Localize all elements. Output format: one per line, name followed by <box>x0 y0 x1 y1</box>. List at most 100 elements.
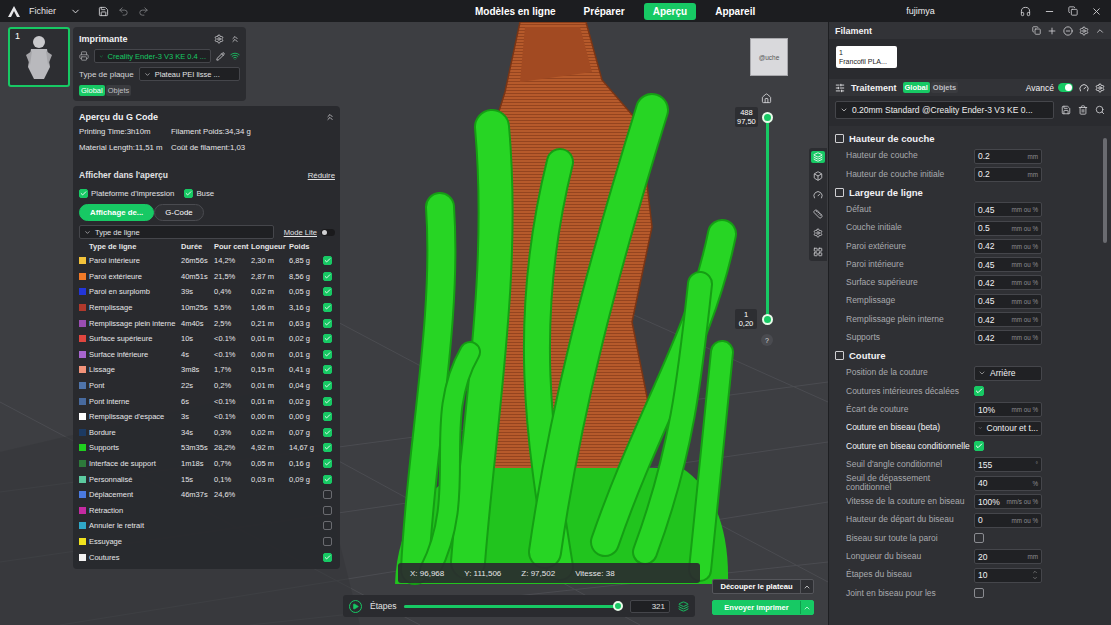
table-row[interactable]: Pont interne6s<0.1%0,01 m0,02 g <box>79 393 335 409</box>
setting-input[interactable]: 0.42mm ou % <box>974 330 1042 345</box>
table-row[interactable]: Déplacement46m37s24,6% <box>79 487 335 503</box>
printer-select[interactable]: Creality Ender-3 V3 KE 0.4 ... <box>94 49 211 63</box>
profile-select[interactable]: 0.20mm Standard @Creality Ender-3 V3 KE … <box>835 101 1054 119</box>
plate-type-select[interactable]: Plateau PEI lisse ... <box>139 67 240 81</box>
table-row[interactable]: Annuler le retrait <box>79 518 335 534</box>
view-tool[interactable] <box>811 151 825 163</box>
view-tab[interactable]: Affichage de... <box>79 204 154 221</box>
view-tool[interactable] <box>811 208 825 220</box>
gauge-icon[interactable] <box>1079 83 1089 93</box>
setting-checkbox[interactable] <box>974 533 984 543</box>
row-checkbox[interactable] <box>323 506 332 515</box>
slice-button[interactable]: Découper le plateau <box>712 579 814 594</box>
table-row[interactable]: Essuyage <box>79 534 335 550</box>
table-row[interactable]: Remplissage d'espace3s<0.1%0,00 m0,00 g <box>79 409 335 425</box>
collapse-icon[interactable] <box>230 34 240 44</box>
save-icon[interactable] <box>98 6 109 17</box>
row-checkbox[interactable] <box>323 459 332 468</box>
setting-input[interactable]: 100%mm/s ou % <box>974 494 1042 509</box>
plus-icon[interactable] <box>1047 26 1057 36</box>
layers-icon[interactable] <box>678 601 689 612</box>
main-tab[interactable]: Modèles en ligne <box>466 3 565 20</box>
help-button[interactable]: ? <box>761 334 773 346</box>
gear-icon[interactable] <box>1095 83 1105 93</box>
row-checkbox[interactable] <box>323 428 332 437</box>
layer-slider[interactable] <box>766 117 769 319</box>
row-checkbox[interactable] <box>323 319 332 328</box>
row-checkbox[interactable] <box>323 256 332 265</box>
setting-checkbox[interactable] <box>974 588 984 598</box>
setting-input[interactable]: 0.45mm ou % <box>974 294 1042 309</box>
row-checkbox[interactable] <box>323 272 332 281</box>
main-tab[interactable]: Appareil <box>706 3 764 20</box>
setting-input[interactable]: 0.42mm ou % <box>974 239 1042 254</box>
table-row[interactable]: Surface inférieure4s<0.1%0,00 m0,01 g <box>79 347 335 363</box>
setting-input[interactable]: 0.42mm ou % <box>974 275 1042 290</box>
copy-icon[interactable] <box>1032 26 1041 35</box>
scope-tab[interactable]: Global <box>903 82 930 93</box>
spin-down-icon[interactable] <box>1032 575 1038 581</box>
save-icon[interactable] <box>1061 105 1071 115</box>
wifi-icon[interactable] <box>230 51 240 61</box>
chevron-up-icon[interactable] <box>1095 26 1105 36</box>
row-checkbox[interactable] <box>323 412 332 421</box>
spin-up-icon[interactable] <box>1032 569 1038 575</box>
home-icon[interactable] <box>761 93 772 104</box>
view-tool[interactable] <box>811 246 825 258</box>
restore-icon[interactable] <box>1068 6 1078 16</box>
gear-icon[interactable] <box>1079 26 1089 36</box>
chevron-up-icon[interactable] <box>803 604 811 612</box>
table-row[interactable]: Remplissage plein interne4m40s2,5%0,21 m… <box>79 315 335 331</box>
scope-tab[interactable]: Objets <box>106 85 132 96</box>
view-tool[interactable] <box>811 170 825 182</box>
row-checkbox[interactable] <box>323 443 332 452</box>
minus-icon[interactable] <box>1063 26 1073 36</box>
setting-select[interactable]: Contour et t... <box>974 421 1042 436</box>
setting-checkbox[interactable] <box>974 441 984 451</box>
steps-slider[interactable] <box>404 605 622 608</box>
close-icon[interactable] <box>1091 6 1102 17</box>
setting-spin[interactable]: 10 <box>974 568 1042 583</box>
table-row[interactable]: Paroi extérieure40m51s21,5%2,87 m8,56 g <box>79 269 335 285</box>
table-row[interactable]: Supports53m35s28,2%4,92 m14,67 g <box>79 440 335 456</box>
view-cube[interactable]: @uche <box>750 38 788 76</box>
view-tab[interactable]: G-Code <box>154 204 203 221</box>
gear-icon[interactable] <box>214 34 224 44</box>
setting-input[interactable]: 0.45mm ou % <box>974 257 1042 272</box>
plate-thumbnail[interactable]: 1 <box>8 27 70 87</box>
table-row[interactable]: Lissage3m8s1,7%0,15 m0,41 g <box>79 362 335 378</box>
table-row[interactable]: Paroi intérieure26m56s14,2%2,30 m6,85 g <box>79 253 335 269</box>
line-type-select[interactable]: Type de ligne <box>79 225 274 239</box>
undo-icon[interactable] <box>118 6 129 17</box>
row-checkbox[interactable] <box>323 553 332 562</box>
redo-icon[interactable] <box>138 6 149 17</box>
pencil-icon[interactable] <box>216 52 225 61</box>
setting-input[interactable]: 0.45mm ou % <box>974 202 1042 217</box>
logo-icon[interactable] <box>8 6 20 17</box>
table-row[interactable]: Paroi en surplomb39s0,4%0,02 m0,05 g <box>79 284 335 300</box>
setting-input[interactable]: 0.42mm ou % <box>974 312 1042 327</box>
row-checkbox[interactable] <box>323 521 332 530</box>
display-toggle[interactable]: Plateforme d'impression <box>79 189 174 198</box>
setting-checkbox[interactable] <box>974 386 984 396</box>
view-tool[interactable] <box>811 189 825 201</box>
user-name[interactable]: fujimya <box>906 6 935 16</box>
row-checkbox[interactable] <box>323 490 332 499</box>
setting-select[interactable]: Arrière <box>974 366 1042 381</box>
play-button[interactable] <box>349 600 362 613</box>
setting-input[interactable]: 0mm ou % <box>974 513 1042 528</box>
main-tab[interactable]: Préparer <box>575 3 634 20</box>
table-row[interactable]: Interface de support1m18s0,7%0,05 m0,16 … <box>79 456 335 472</box>
setting-input[interactable]: 155° <box>974 457 1042 472</box>
row-checkbox[interactable] <box>323 350 332 359</box>
setting-input[interactable]: 0.2mm <box>974 167 1042 182</box>
row-checkbox[interactable] <box>323 397 332 406</box>
table-row[interactable]: Personnalisé15s0,1%0,03 m0,09 g <box>79 471 335 487</box>
setting-input[interactable]: 10%mm ou % <box>974 402 1042 417</box>
row-checkbox[interactable] <box>323 381 332 390</box>
display-toggle[interactable]: Buse <box>184 189 214 198</box>
view-tool[interactable] <box>811 227 825 239</box>
search-icon[interactable] <box>1095 105 1105 115</box>
row-checkbox[interactable] <box>323 475 332 484</box>
table-row[interactable]: Surface supérieure10s<0.1%0,01 m0,02 g <box>79 331 335 347</box>
